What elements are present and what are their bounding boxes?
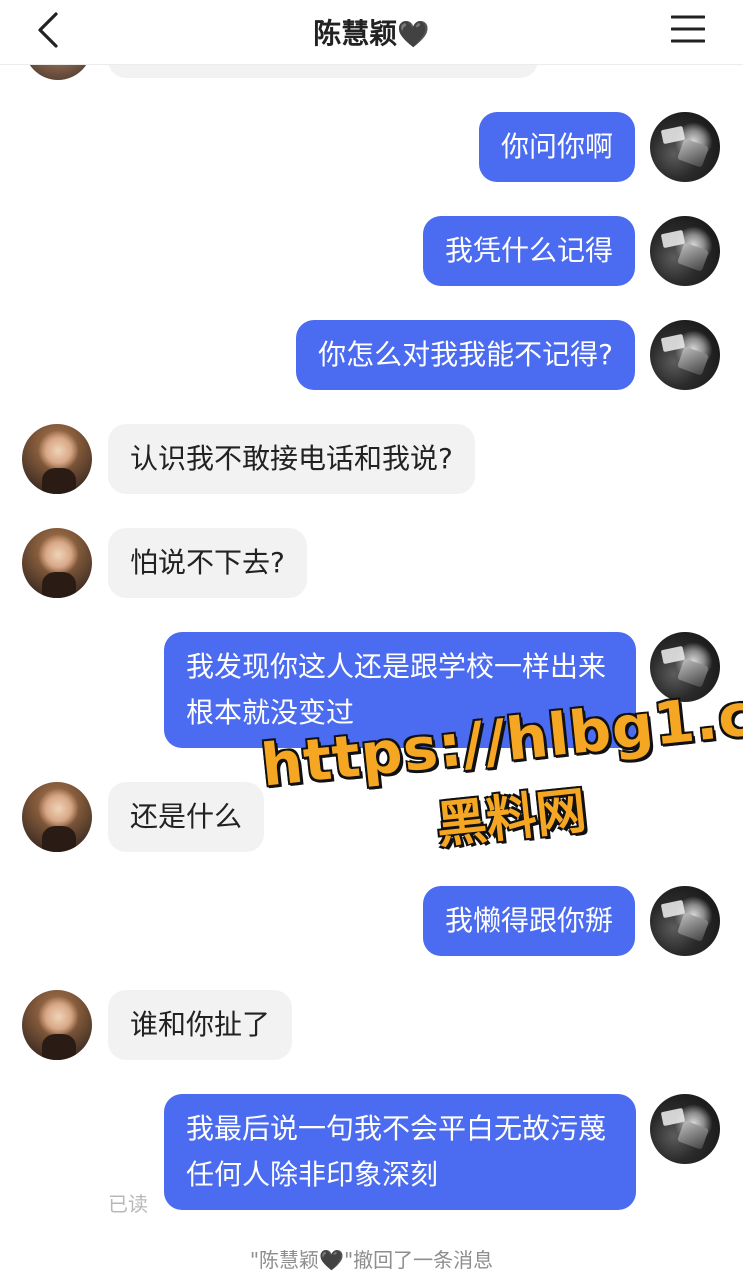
message-bubble-received: 认识我不敢接电话和我说?: [108, 424, 475, 494]
contact-avatar[interactable]: [22, 424, 92, 494]
contact-avatar[interactable]: [22, 990, 92, 1060]
read-receipt: 已读: [108, 1192, 148, 1216]
my-avatar[interactable]: [650, 632, 720, 702]
menu-icon[interactable]: [671, 12, 705, 46]
chat-title: 陈慧颖🖤: [0, 12, 743, 52]
contact-avatar[interactable]: [22, 782, 92, 852]
message-text: 认识我不敢接电话和我说?: [130, 442, 453, 475]
message-text: 你问你啊: [500, 130, 613, 163]
message-bubble-sent: 我懒得跟你掰: [422, 886, 635, 956]
message-text: 我凭什么记得: [444, 234, 613, 267]
top-bar: 陈慧颖🖤: [0, 0, 743, 65]
my-avatar[interactable]: [650, 1094, 720, 1164]
message-bubble-sent: 我凭什么记得: [422, 216, 635, 286]
message-bubble-received: 谁和你扯了: [108, 990, 293, 1060]
message-bubble-sent: 我最后说一句我不会平白无故污蔑任何人除非印象深刻: [164, 1094, 636, 1210]
message-text: 我发现你这人还是跟学校一样出来根本就没变过: [186, 650, 607, 729]
message-bubble-sent: 你怎么对我我能不记得?: [296, 320, 635, 390]
message-text: 还是什么: [130, 800, 243, 833]
message-bubble-received: 还是什么: [108, 782, 265, 852]
watermark-site-name: 黑料网: [433, 781, 589, 855]
my-avatar[interactable]: [650, 320, 720, 390]
my-avatar[interactable]: [650, 112, 720, 182]
contact-avatar[interactable]: [22, 528, 92, 598]
message-text: 我最后说一句我不会平白无故污蔑任何人除非印象深刻: [186, 1112, 607, 1191]
message-text: 谁和你扯了: [130, 1008, 271, 1041]
my-avatar[interactable]: [650, 886, 720, 956]
my-avatar[interactable]: [650, 216, 720, 286]
contact-name: 陈慧颖: [313, 17, 398, 50]
message-text: 我懒得跟你掰: [444, 904, 613, 937]
message-bubble-sent: 你问你啊: [478, 112, 635, 182]
message-bubble-sent: 我发现你这人还是跟学校一样出来根本就没变过: [164, 632, 636, 748]
message-text: 怕说不下去?: [130, 546, 285, 579]
black-heart-icon: 🖤: [397, 20, 430, 50]
message-bubble-received: 怕说不下去?: [108, 528, 307, 598]
message-text: 你怎么对我我能不记得?: [318, 338, 613, 371]
recall-notice: "陈慧颖🖤"撤回了一条消息: [249, 1248, 494, 1272]
